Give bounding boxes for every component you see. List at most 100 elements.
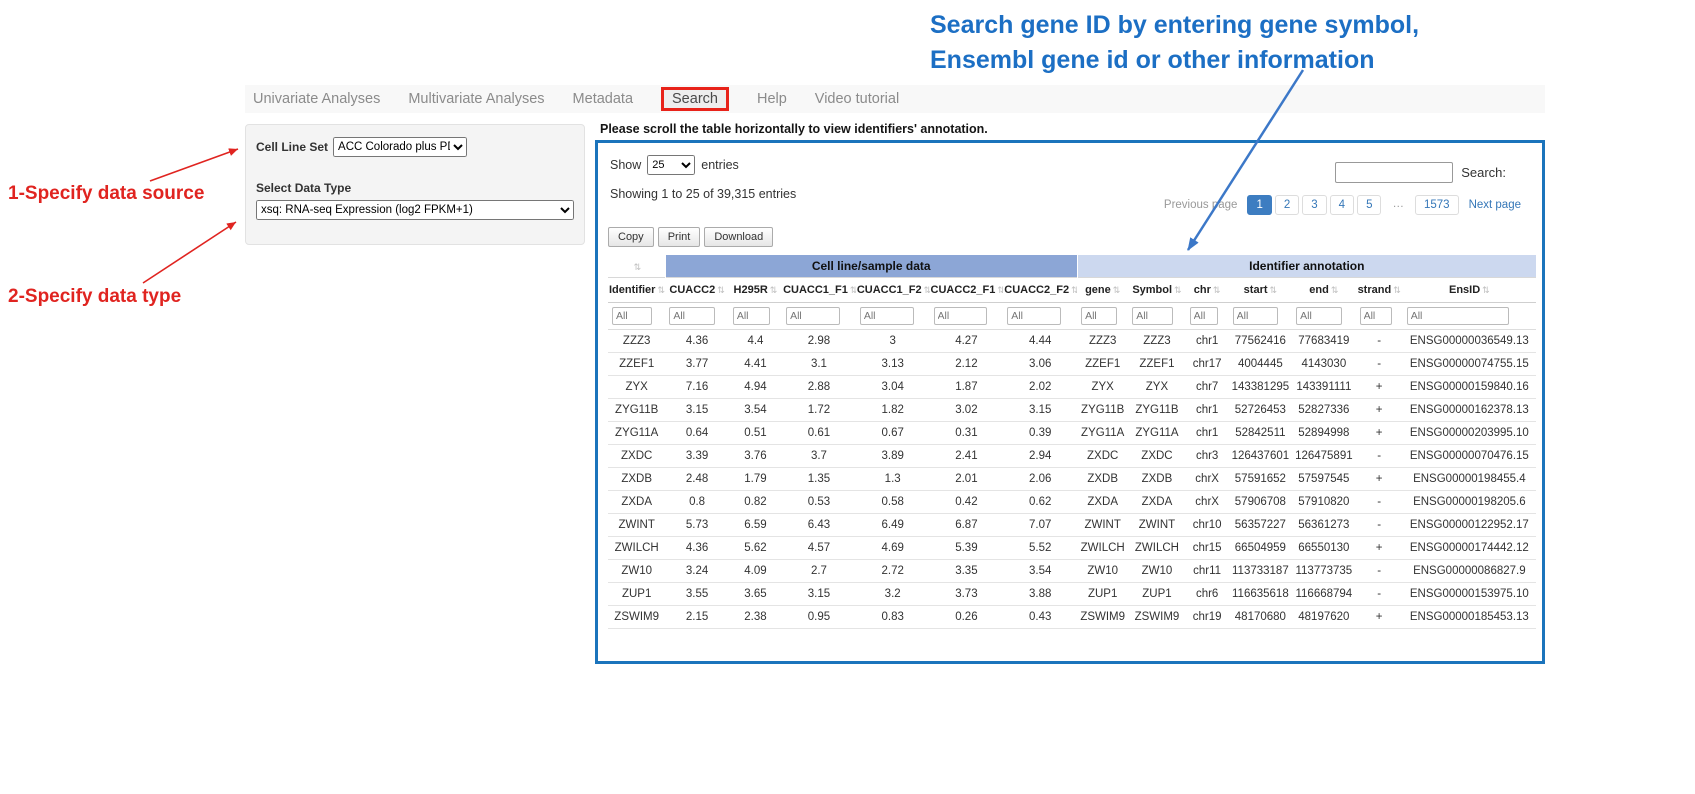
column-header-gene[interactable]: gene⇅ <box>1077 278 1128 303</box>
table-cell: 2.94 <box>1003 445 1077 468</box>
column-header-cuacc1_f1[interactable]: CUACC1_F1⇅ <box>782 278 856 303</box>
table-cell: 3.1 <box>782 353 856 376</box>
table-cell: ZXDA <box>608 491 665 514</box>
table-cell: 6.87 <box>930 514 1004 537</box>
table-cell: 143391111 <box>1292 376 1355 399</box>
print-button[interactable]: Print <box>658 227 701 247</box>
data-type-select[interactable]: xsq: RNA-seq Expression (log2 FPKM+1) <box>256 200 574 220</box>
filter-cell <box>729 303 782 330</box>
column-header-symbol[interactable]: Symbol⇅ <box>1128 278 1185 303</box>
filter-input-cuacc1_f1[interactable] <box>786 307 840 325</box>
table-cell: 0.8 <box>665 491 728 514</box>
nav-univariate-analyses[interactable]: Univariate Analyses <box>253 91 380 107</box>
table-cell: 57597545 <box>1292 468 1355 491</box>
filter-input-strand[interactable] <box>1360 307 1392 325</box>
table-cell: - <box>1356 560 1403 583</box>
page-button-5[interactable]: 5 <box>1357 195 1381 215</box>
column-header-cuacc2_f2[interactable]: CUACC2_F2⇅ <box>1003 278 1077 303</box>
column-header-start[interactable]: start⇅ <box>1229 278 1292 303</box>
column-header-end[interactable]: end⇅ <box>1292 278 1355 303</box>
filter-input-ensid[interactable] <box>1407 307 1510 325</box>
sort-icon: ⇅ <box>1174 285 1182 295</box>
filter-input-end[interactable] <box>1296 307 1341 325</box>
copy-button[interactable]: Copy <box>608 227 654 247</box>
download-button[interactable]: Download <box>704 227 773 247</box>
table-cell: + <box>1356 399 1403 422</box>
next-page-button[interactable]: Next page <box>1462 195 1528 215</box>
table-cell: ZWINT <box>608 514 665 537</box>
column-label: gene <box>1085 284 1111 296</box>
page-button-1[interactable]: 1 <box>1247 195 1271 215</box>
table-cell: 1.72 <box>782 399 856 422</box>
filter-input-cuacc1_f2[interactable] <box>860 307 914 325</box>
column-header-strand[interactable]: strand⇅ <box>1356 278 1403 303</box>
group-header-empty[interactable]: ⇅ <box>608 255 665 278</box>
table-cell: ZZZ3 <box>608 330 665 353</box>
table-cell: ZXDB <box>1128 468 1185 491</box>
nav-video-tutorial[interactable]: Video tutorial <box>815 91 899 107</box>
table-cell: 6.49 <box>856 514 930 537</box>
filter-input-cuacc2_f1[interactable] <box>934 307 988 325</box>
previous-page-button[interactable]: Previous page <box>1157 195 1245 215</box>
page-length-select[interactable]: 25 <box>647 155 695 175</box>
filter-input-cuacc2[interactable] <box>669 307 714 325</box>
page-button-4[interactable]: 4 <box>1330 195 1354 215</box>
table-cell: + <box>1356 606 1403 629</box>
table-cell: ENSG00000162378.13 <box>1403 399 1536 422</box>
filter-input-h295r[interactable] <box>733 307 770 325</box>
table-cell: ZZEF1 <box>608 353 665 376</box>
table-cell: 2.7 <box>782 560 856 583</box>
page: Search gene ID by entering gene symbol, … <box>0 0 1695 794</box>
column-header-ensid[interactable]: EnsID⇅ <box>1403 278 1536 303</box>
nav-help[interactable]: Help <box>757 91 787 107</box>
filter-input-symbol[interactable] <box>1132 307 1172 325</box>
page-button-1573[interactable]: 1573 <box>1415 195 1459 215</box>
nav-multivariate-analyses[interactable]: Multivariate Analyses <box>408 91 544 107</box>
table-cell: 6.43 <box>782 514 856 537</box>
column-header-chr[interactable]: chr⇅ <box>1186 278 1229 303</box>
table-cell: 0.67 <box>856 422 930 445</box>
table-search-input[interactable] <box>1335 162 1453 183</box>
column-header-identifier[interactable]: Identifier⇅ <box>608 278 665 303</box>
table-cell: ZSWIM9 <box>608 606 665 629</box>
entries-label: entries <box>701 158 739 172</box>
table-cell: ZUP1 <box>1077 583 1128 606</box>
table-cell: 0.39 <box>1003 422 1077 445</box>
export-buttons: CopyPrintDownload <box>608 227 773 247</box>
table-cell: ZWINT <box>1128 514 1185 537</box>
table-cell: ENSG00000153975.10 <box>1403 583 1536 606</box>
column-label: CUACC1_F1 <box>783 284 848 296</box>
table-cell: 5.62 <box>729 537 782 560</box>
table-cell: 2.48 <box>665 468 728 491</box>
nav-metadata[interactable]: Metadata <box>573 91 633 107</box>
filter-input-chr[interactable] <box>1190 307 1219 325</box>
page-button-2[interactable]: 2 <box>1275 195 1299 215</box>
column-header-h295r[interactable]: H295R⇅ <box>729 278 782 303</box>
filter-cell <box>782 303 856 330</box>
filter-cell <box>1128 303 1185 330</box>
table-row: ZZZ34.364.42.9834.274.44ZZZ3ZZZ3chr17756… <box>608 330 1536 353</box>
filter-input-cuacc2_f2[interactable] <box>1007 307 1061 325</box>
filter-input-identifier[interactable] <box>612 307 652 325</box>
column-header-cuacc1_f2[interactable]: CUACC1_F2⇅ <box>856 278 930 303</box>
show-label: Show <box>610 158 641 172</box>
filter-input-start[interactable] <box>1233 307 1278 325</box>
page-button-3[interactable]: 3 <box>1302 195 1326 215</box>
table-cell: 2.41 <box>930 445 1004 468</box>
column-header-cuacc2_f1[interactable]: CUACC2_F1⇅ <box>930 278 1004 303</box>
table-cell: 4.09 <box>729 560 782 583</box>
column-label: H295R <box>734 284 768 296</box>
table-cell: ZXDC <box>1128 445 1185 468</box>
sort-icon: ⇅ <box>717 285 725 295</box>
column-header-cuacc2[interactable]: CUACC2⇅ <box>665 278 728 303</box>
gene-table-body: ZZZ34.364.42.9834.274.44ZZZ3ZZZ3chr17756… <box>608 330 1536 629</box>
table-cell: ZYG11B <box>1128 399 1185 422</box>
table-cell: ZZZ3 <box>1077 330 1128 353</box>
nav-search[interactable]: Search <box>661 87 729 111</box>
data-source-panel: Cell Line Set ACC Colorado plus PDX Sele… <box>245 124 585 245</box>
table-cell: 1.35 <box>782 468 856 491</box>
cell-line-set-select[interactable]: ACC Colorado plus PDX <box>333 137 467 157</box>
filter-input-gene[interactable] <box>1081 307 1116 325</box>
table-cell: 0.83 <box>856 606 930 629</box>
table-row: ZWILCH4.365.624.574.695.395.52ZWILCHZWIL… <box>608 537 1536 560</box>
